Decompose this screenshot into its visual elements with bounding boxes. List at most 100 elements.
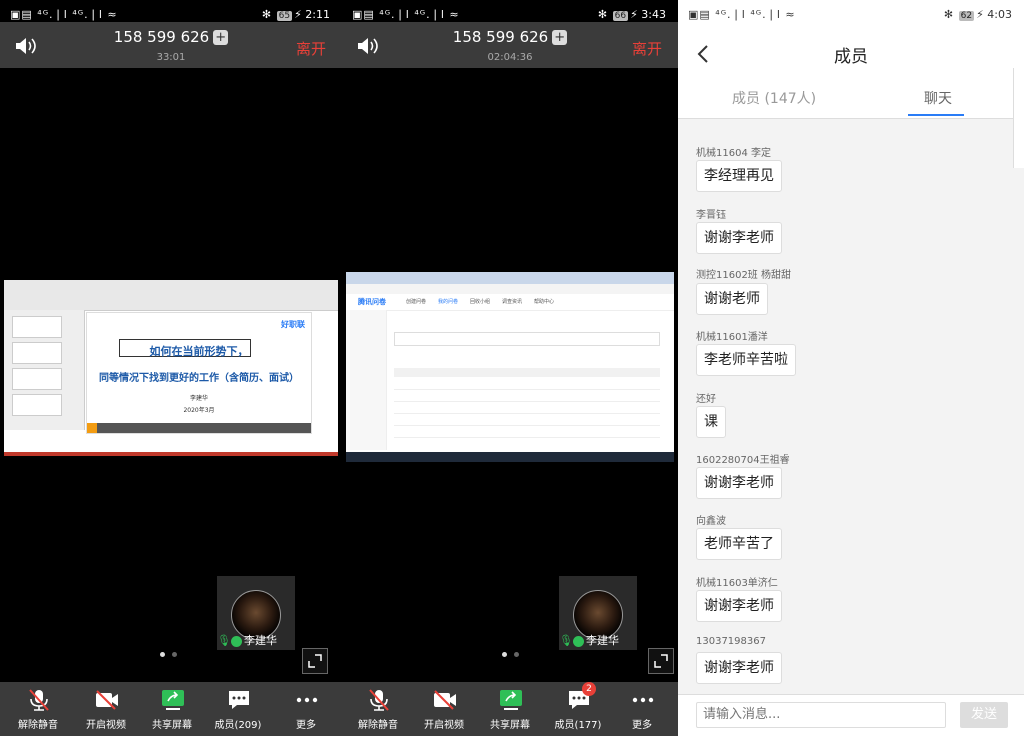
chat-bubble-icon (229, 691, 249, 709)
chat-input[interactable] (696, 702, 946, 728)
site-sidebar (346, 310, 387, 450)
active-tab-indicator (908, 114, 964, 116)
page-dots (502, 642, 532, 657)
members-button[interactable]: 2 成员(177) (548, 682, 608, 736)
status-right: ✻ 62 ⚡ 4:03 (943, 8, 1012, 21)
user-icon (230, 635, 242, 647)
browser-tabs (346, 272, 674, 284)
mic-icon: 🎙 (217, 634, 231, 647)
battery-level: 62 (958, 11, 975, 21)
survey-row (394, 404, 660, 414)
meeting-screen-1: ▣▤ ⁴ᴳ.❘l ⁴ᴳ.❘l ≈ ✻ 65 ⚡ 2:11 158 599 626 +… (0, 0, 342, 736)
expand-icon[interactable] (302, 648, 328, 674)
chat-sender: 1602280704王祖睿 (696, 455, 790, 466)
user-icon (572, 635, 584, 647)
ppt-statusbar (4, 452, 338, 456)
chat-sender: 机械11601潘洋 (696, 332, 768, 343)
battery-level: 66 (612, 11, 629, 21)
ppt-thumbnails (4, 310, 85, 430)
more-button[interactable]: 更多 (612, 682, 672, 736)
video-off-icon (96, 690, 118, 710)
meeting-toolbar: 解除静音 开启视频 共享屏幕 成员(209) 更多 (0, 682, 342, 736)
status-time: 2:11 (305, 8, 330, 21)
windows-taskbar (346, 452, 674, 462)
meeting-id[interactable]: 158 599 626 + (0, 28, 342, 46)
shared-screen: 腾讯问卷 创建问卷 我的问卷 回收小组 调查资讯 帮助中心 (346, 272, 674, 462)
plus-icon[interactable]: + (213, 30, 229, 45)
site-tab-4[interactable]: 调查资讯 (502, 298, 522, 305)
share-screen-button[interactable]: 共享屏幕 (480, 682, 540, 736)
leave-button[interactable]: 离开 (296, 38, 326, 59)
slide-title-1: 如何在当前形势下， (149, 345, 249, 358)
battery-level: 65 (276, 11, 293, 21)
meeting-duration: 33:01 (156, 52, 186, 63)
tab-members[interactable]: 成员 (147人) (732, 88, 816, 108)
mic-muted-icon (29, 689, 49, 711)
chat-message: 李老师辛苦啦 (696, 344, 796, 376)
site-tab-2[interactable]: 我的问卷 (438, 298, 458, 305)
chat-sender: 机械11603单济仁 (696, 578, 778, 589)
meeting-id[interactable]: 158 599 626 + (342, 28, 678, 46)
chat-message: 课 (696, 406, 726, 438)
members-chat-screen: ▣▤ ⁴ᴳ.❘l ⁴ᴳ.❘l ≈ ✻ 62 ⚡ 4:03 成员 成员 (147人)… (678, 0, 1024, 736)
unread-badge: 2 (582, 682, 596, 696)
more-dots-icon (632, 697, 654, 703)
participant-label: 🎙 李建华 (217, 634, 277, 647)
page-title: 成员 (834, 47, 868, 67)
status-signal: ▣▤ ⁴ᴳ.❘l ⁴ᴳ.❘l ≈ (10, 8, 118, 21)
expand-icon[interactable] (648, 648, 674, 674)
meeting-toolbar: 解除静音 开启视频 共享屏幕 2 成员(177) 更多 (342, 682, 678, 736)
slide-title-2: 同等情况下找到更好的工作（含简历、面试） (99, 373, 299, 384)
participant-video[interactable]: 🎙 李建华 (559, 576, 637, 650)
start-video-button[interactable]: 开启视频 (414, 682, 474, 736)
shared-screen: 好职联 如何在当前形势下， 同等情况下找到更好的工作（含简历、面试） 李建华 2… (4, 280, 338, 456)
share-screen-button[interactable]: 共享屏幕 (142, 682, 202, 736)
unmute-button[interactable]: 解除静音 (8, 682, 68, 736)
status-bar: ▣▤ ⁴ᴳ.❘l ⁴ᴳ.❘l ≈ ✻ 62 ⚡ 4:03 (678, 0, 1024, 28)
survey-row (394, 428, 660, 438)
status-signal: ▣▤ ⁴ᴳ.❘l ⁴ᴳ.❘l ≈ (352, 8, 460, 21)
plus-icon[interactable]: + (552, 30, 568, 45)
start-video-button[interactable]: 开启视频 (76, 682, 136, 736)
chat-sender: 还好 (696, 394, 716, 405)
chat-sender: 李晋钰 (696, 210, 726, 221)
site-tab-3[interactable]: 回收小组 (470, 298, 490, 305)
members-header: 成员 (678, 28, 1024, 78)
chat-sender: 测控11602班 杨甜甜 (696, 270, 791, 281)
members-button[interactable]: 成员(209) (208, 682, 268, 736)
chat-message: 谢谢李老师 (696, 590, 782, 622)
chat-sender: 向鑫波 (696, 516, 726, 527)
meeting-duration: 02:04:36 (487, 52, 533, 63)
survey-row (394, 416, 660, 426)
ppt-ribbon (4, 280, 338, 311)
status-right: ✻ 66 ⚡ 3:43 (597, 8, 666, 21)
video-off-icon (434, 690, 456, 710)
mic-icon: 🎙 (559, 634, 573, 647)
site-tab-5[interactable]: 帮助中心 (534, 298, 554, 305)
site-tab-1[interactable]: 创建问卷 (406, 298, 426, 305)
tab-chat[interactable]: 聊天 (924, 88, 952, 108)
logo: 好职联 (281, 320, 305, 329)
status-time: 3:43 (641, 8, 666, 21)
survey-title-box (394, 332, 660, 346)
more-button[interactable]: 更多 (276, 682, 336, 736)
page-dots (160, 642, 190, 657)
chat-message: 谢谢老师 (696, 283, 768, 315)
status-right: ✻ 65 ⚡ 2:11 (261, 8, 330, 21)
send-button[interactable]: 发送 (960, 702, 1008, 728)
meeting-screen-2: ▣▤ ⁴ᴳ.❘l ⁴ᴳ.❘l ≈ ✻ 66 ⚡ 3:43 158 599 626 +… (342, 0, 678, 736)
members-tabs: 成员 (147人) 聊天 (678, 78, 1024, 119)
mic-muted-icon (369, 689, 389, 711)
participant-label: 🎙 李建华 (559, 634, 619, 647)
unmute-button[interactable]: 解除静音 (348, 682, 408, 736)
participant-video[interactable]: 🎙 李建华 (217, 576, 295, 650)
chat-sender: 13037198367 (696, 636, 766, 647)
chat-message: 李经理再见 (696, 160, 782, 192)
share-screen-icon (162, 690, 184, 710)
slide-date: 2020年3月 (183, 407, 215, 414)
status-signal: ▣▤ ⁴ᴳ.❘l ⁴ᴳ.❘l ≈ (688, 8, 796, 21)
chat-message: 谢谢李老师 (696, 652, 782, 684)
ppt-slide: 好职联 如何在当前形势下， 同等情况下找到更好的工作（含简历、面试） 李建华 2… (86, 312, 312, 434)
chat-message: 谢谢李老师 (696, 222, 782, 254)
leave-button[interactable]: 离开 (632, 38, 662, 59)
